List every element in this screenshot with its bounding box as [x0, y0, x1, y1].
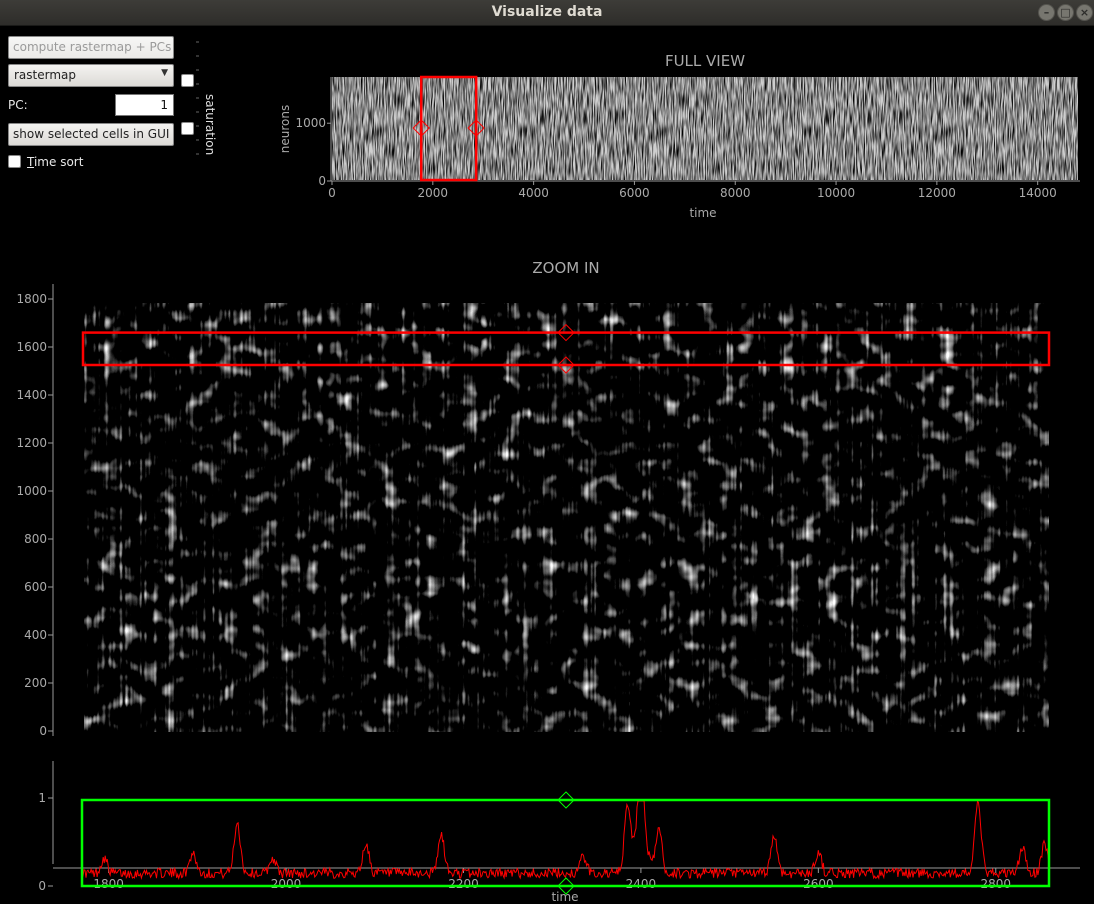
full-view-x-tick-label: 0 — [328, 186, 336, 200]
full-view-x-tick-label: 2000 — [418, 186, 449, 200]
zoom-in-y-tick-label: 600 — [24, 580, 47, 594]
full-view-plot[interactable]: FULL VIEW 0 2000 4000 6000 8000 10000 12000 140… — [0, 26, 1094, 236]
full-view-title: FULL VIEW — [665, 52, 745, 70]
trace-x-tick-label: 2000 — [271, 877, 302, 891]
zoom-in-y-tick-label: 1000 — [16, 484, 47, 498]
full-view-ylabel: neurons — [278, 105, 292, 153]
trace-x-tick-label: 2200 — [448, 877, 479, 891]
trace-y-ticks: 01 — [38, 791, 53, 893]
trace-y-tick-label: 0 — [38, 879, 46, 893]
full-view-x-tick-label: 6000 — [619, 186, 650, 200]
full-view-x-tick-label: 14000 — [1019, 186, 1057, 200]
zoom-in-texture — [84, 303, 1049, 732]
trace-x-tick-label: 2600 — [803, 877, 834, 891]
full-view-texture — [332, 77, 1078, 180]
trace-plot[interactable]: 01 1800 2000 2200 2400 2600 2800 time — [0, 736, 1094, 904]
zoom-in-y-tick-label: 1600 — [16, 340, 47, 354]
trace-xlabel: time — [551, 890, 578, 904]
minimize-button[interactable]: – — [1038, 4, 1055, 21]
zoom-in-y-ticks: 0 200 400 600 800 1000 1200 1400 1600 1800 — [16, 292, 53, 736]
zoom-in-y-tick-label: 1400 — [16, 388, 47, 402]
full-view-xlabel: time — [689, 206, 716, 220]
trace-y-tick-label: 1 — [38, 791, 46, 805]
trace-roi-box[interactable] — [80, 791, 1051, 895]
main-panel: compute rastermap + PCs rastermap ▼ PC: … — [0, 26, 1094, 904]
zoom-in-title: ZOOM IN — [532, 259, 599, 277]
full-view-y-tick-label: 0 — [318, 174, 326, 188]
zoom-in-y-tick-label: 800 — [24, 532, 47, 546]
full-view-x-ticks: 0 2000 4000 6000 8000 10000 12000 14000 — [328, 181, 1057, 200]
trace-x-ticks: 1800 2000 2200 2400 2600 2800 — [93, 868, 1011, 891]
full-view-y-ticks: 0 1000 — [295, 116, 331, 188]
full-view-y-tick-label: 1000 — [295, 116, 326, 130]
full-view-x-tick-label: 8000 — [720, 186, 751, 200]
zoom-in-y-tick-label: 1200 — [16, 436, 47, 450]
activity-trace-line — [81, 799, 1050, 880]
zoom-in-y-tick-label: 400 — [24, 628, 47, 642]
close-button[interactable]: × — [1076, 4, 1093, 21]
trace-x-tick-label: 1800 — [93, 877, 124, 891]
trace-x-tick-label: 2400 — [626, 877, 657, 891]
title-bar: Visualize data – □ × — [0, 0, 1094, 26]
zoom-in-y-tick-label: 200 — [24, 676, 47, 690]
full-view-x-tick-label: 10000 — [817, 186, 855, 200]
zoom-in-y-tick-label: 1800 — [16, 292, 47, 306]
zoom-in-plot[interactable]: ZOOM IN 0 200 400 600 800 1000 1200 1400 1600 180… — [0, 226, 1094, 736]
window-title: Visualize data — [491, 4, 603, 20]
maximize-button[interactable]: □ — [1057, 4, 1074, 21]
trace-x-tick-label: 2800 — [980, 877, 1011, 891]
full-view-x-tick-label: 4000 — [518, 186, 549, 200]
full-view-x-tick-label: 12000 — [918, 186, 956, 200]
zoom-in-y-tick-label: 0 — [39, 724, 47, 736]
